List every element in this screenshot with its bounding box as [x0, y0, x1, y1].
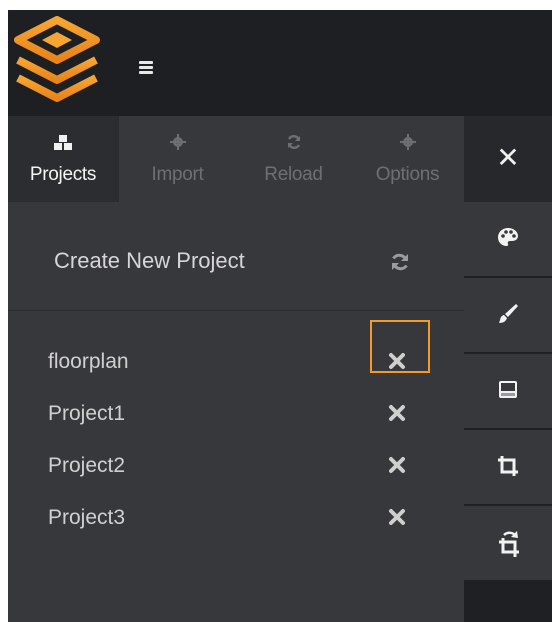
brush-icon	[499, 304, 518, 323]
cubes-icon	[8, 134, 118, 152]
tab-projects[interactable]: Projects	[8, 116, 118, 202]
tab-reload[interactable]: Reload	[236, 116, 351, 202]
tab-projects-label: Projects	[29, 164, 97, 185]
project-name: Project2	[48, 454, 126, 477]
refresh-icon	[236, 134, 351, 152]
project-item-project1[interactable]: Project1	[8, 388, 464, 438]
tab-import-label: Import	[151, 164, 204, 185]
app-logo[interactable]	[12, 16, 102, 112]
right-toolbar	[464, 202, 552, 622]
crop-button[interactable]	[464, 430, 552, 506]
monitor-icon	[499, 381, 517, 398]
refresh-icon[interactable]	[390, 252, 410, 272]
create-project-label: Create New Project	[54, 248, 245, 273]
palette-button[interactable]	[464, 202, 552, 278]
gear-icon	[119, 134, 236, 152]
focus-highlight	[370, 320, 430, 373]
tab-bar: Projects Import Reload Options	[8, 116, 464, 202]
monitor-button[interactable]	[464, 354, 552, 430]
project-item-project2[interactable]: Project2	[8, 440, 464, 490]
delete-icon[interactable]	[388, 508, 406, 526]
project-name: Project3	[48, 506, 126, 529]
project-name: Project1	[48, 402, 126, 425]
tab-options[interactable]: Options	[351, 116, 464, 202]
brush-button[interactable]	[464, 278, 552, 354]
palette-icon	[498, 228, 518, 246]
delete-icon[interactable]	[388, 456, 406, 474]
close-icon: ✕	[496, 142, 520, 173]
tab-reload-label: Reload	[264, 164, 323, 185]
hamburger-icon[interactable]	[139, 61, 153, 75]
project-name: floorplan	[48, 350, 129, 373]
delete-icon[interactable]	[388, 404, 406, 422]
gear-icon	[351, 134, 464, 152]
create-project-row[interactable]: Create New Project	[8, 202, 464, 311]
projects-panel: Create New Project floorplan Project1 Pr…	[8, 202, 464, 622]
top-bar	[8, 10, 552, 116]
tab-import[interactable]: Import	[119, 116, 236, 202]
app-window: Projects Import Reload Options ✕ Create …	[8, 10, 552, 622]
crop-icon	[498, 456, 518, 476]
crop-rotate-icon	[499, 531, 519, 557]
project-item-project3[interactable]: Project3	[8, 492, 464, 542]
close-panel-button[interactable]: ✕	[464, 116, 552, 202]
tab-options-label: Options	[375, 164, 440, 185]
crop-rotate-button[interactable]	[464, 506, 552, 582]
